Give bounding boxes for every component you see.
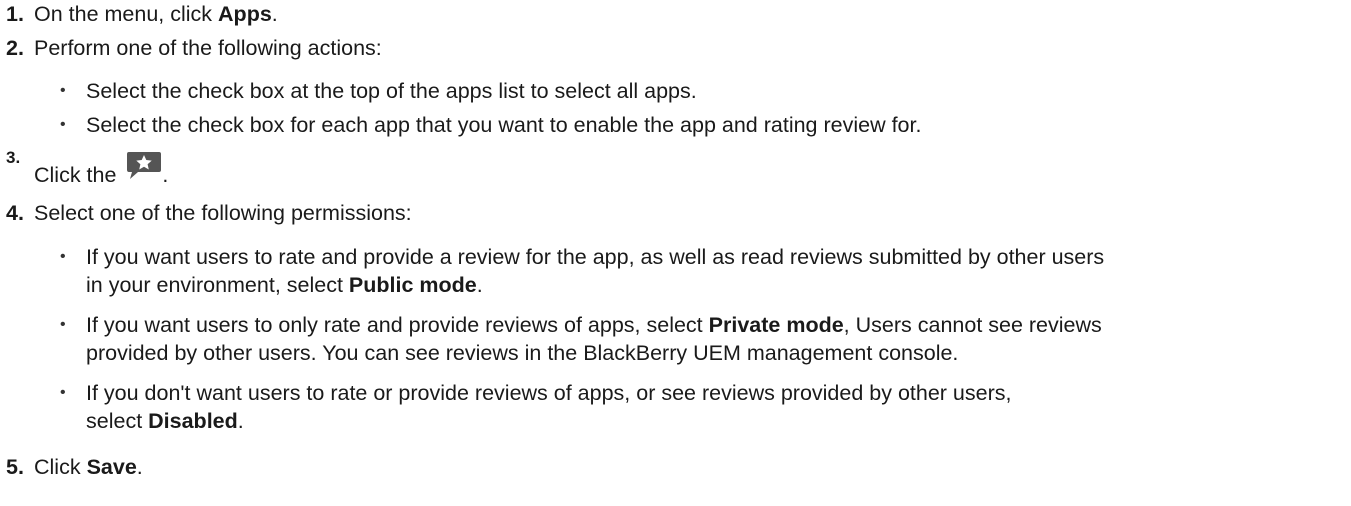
star-review-icon-graphic [127,152,162,179]
bullet-line: If you want users to rate and provide a … [86,245,1105,269]
disabled-label: Disabled [148,409,238,433]
step-text-suffix: . [162,163,169,187]
step-text-suffix: . [271,2,278,26]
star-review-icon [126,152,162,186]
step-text: On the menu, click Apps. [34,0,278,28]
bullet-line-suffix: . [237,409,244,433]
step-number: 5. [6,455,24,479]
bullet-line-suffix: , Users cannot see reviews [843,313,1102,337]
step-text-prefix: Click [34,455,87,479]
step-text: Click Save. [34,453,143,481]
bullet-line: in your environment, select Public mode. [86,271,1104,299]
bullet-icon: • [60,116,66,133]
step-text: Select one of the following permissions: [34,201,412,225]
bullet-icon: • [60,384,66,401]
bullet-line: provided by other users. You can see rev… [86,341,959,365]
save-label: Save [86,455,137,479]
step-number: 2. [6,36,24,60]
step-text-prefix: On the menu, click [34,2,219,26]
bullet-line-prefix: If you want users to only rate and provi… [86,313,709,337]
bullet-line: If you want users to only rate and provi… [86,311,1102,339]
step-number: 3. [6,148,21,167]
bullet-text: If you don't want users to rate or provi… [86,379,1011,435]
bullet-line: If you don't want users to rate or provi… [86,381,1012,405]
step-text-suffix: . [136,455,143,479]
bullet-line: select Disabled. [86,407,1011,435]
step-text: Click the . [34,152,169,189]
private-mode-label: Private mode [708,313,844,337]
apps-menu-label: Apps [218,2,272,26]
step-3: 3. Click the . [0,148,1340,190]
bullet-text: If you want users to only rate and provi… [86,311,1102,367]
step-text-prefix: Click the [34,163,123,187]
step-number: 1. [6,2,24,26]
bullet-line-suffix: . [476,273,483,297]
step-text: Perform one of the following actions: [34,36,382,60]
bullet-line-prefix: select [86,409,149,433]
public-mode-label: Public mode [348,273,477,297]
step-number: 4. [6,201,24,225]
bullet-line-prefix: in your environment, select [86,273,349,297]
bullet-text: If you want users to rate and provide a … [86,243,1104,299]
bullet-text: Select the check box for each app that y… [86,113,922,137]
bullet-text: Select the check box at the top of the a… [86,79,697,103]
bullet-icon: • [60,316,66,333]
bullet-icon: • [60,82,66,99]
bullet-icon: • [60,248,66,265]
